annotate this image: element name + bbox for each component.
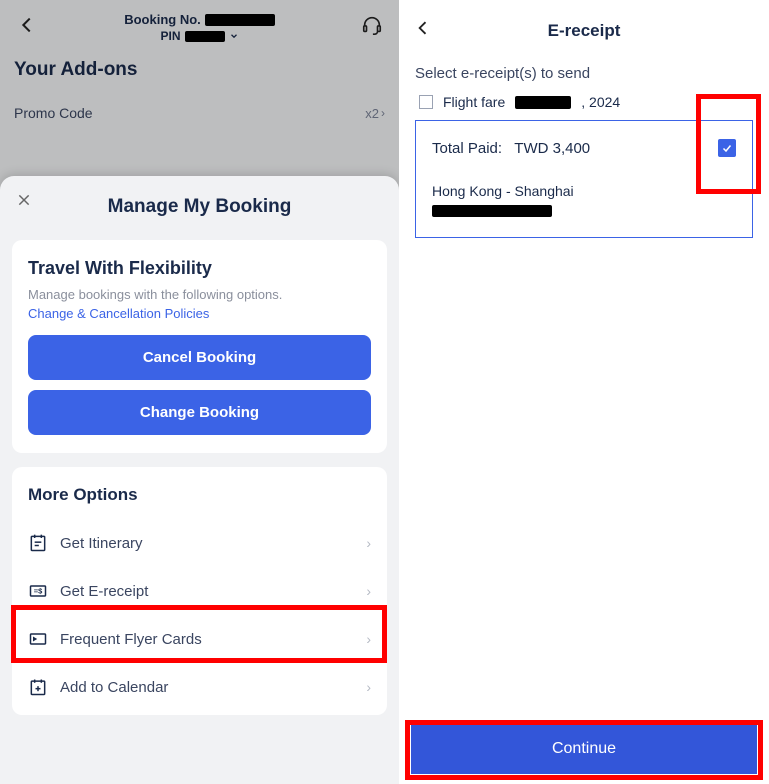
get-e-receipt-row[interactable]: =$ Get E-receipt ›	[28, 567, 371, 615]
itinerary-icon	[28, 533, 48, 553]
receipt-card: Total Paid: TWD 3,400 Hong Kong - Shangh…	[415, 120, 753, 238]
total-paid-label: Total Paid:	[432, 140, 502, 157]
promo-label: Promo Code	[14, 105, 93, 121]
cancel-booking-button[interactable]: Cancel Booking	[28, 335, 371, 380]
chevron-right-icon: ›	[381, 106, 385, 120]
manage-booking-sheet: Manage My Booking Travel With Flexibilit…	[0, 176, 399, 784]
select-subtitle: Select e-receipt(s) to send	[399, 57, 769, 94]
policies-link[interactable]: Change & Cancellation Policies	[28, 306, 371, 321]
frequent-flyer-row[interactable]: Frequent Flyer Cards ›	[28, 615, 371, 663]
right-header: E-receipt	[399, 0, 769, 57]
change-booking-button[interactable]: Change Booking	[28, 390, 371, 435]
booking-no-redacted	[205, 14, 275, 26]
total-paid-value: TWD 3,400	[514, 140, 590, 157]
addons-title: Your Add-ons	[14, 59, 385, 81]
right-screenshot: E-receipt Select e-receipt(s) to send Fl…	[399, 0, 769, 784]
back-icon[interactable]	[16, 14, 38, 42]
flight-fare-label: Flight fare	[443, 94, 505, 110]
chevron-right-icon: ›	[366, 679, 371, 695]
addons-section: Your Add-ons Promo Code x2 ›	[0, 51, 399, 137]
add-calendar-row[interactable]: Add to Calendar ›	[28, 663, 371, 711]
calendar-label: Add to Calendar	[60, 679, 168, 696]
flight-date-redacted	[515, 96, 571, 109]
get-itinerary-row[interactable]: Get Itinerary ›	[28, 519, 371, 567]
chevron-down-icon	[229, 31, 239, 41]
background-header: Booking No. PIN	[0, 0, 399, 51]
flexibility-card: Travel With Flexibility Manage bookings …	[12, 240, 387, 453]
itinerary-label: Get Itinerary	[60, 535, 143, 552]
chevron-right-icon: ›	[366, 535, 371, 551]
page-title: E-receipt	[413, 21, 755, 41]
ff-cards-label: Frequent Flyer Cards	[60, 631, 202, 648]
promo-row[interactable]: Promo Code x2 ›	[14, 81, 385, 137]
flight-fare-row[interactable]: Flight fare , 2024	[399, 94, 769, 120]
continue-button[interactable]: Continue	[411, 724, 757, 774]
promo-qty: x2	[365, 106, 379, 121]
continue-wrapper: Continue	[399, 724, 769, 784]
route-text: Hong Kong - Shanghai	[432, 183, 736, 199]
more-options-card: More Options Get Itinerary › =$ Get E-re…	[12, 467, 387, 715]
flight-number-redacted	[432, 205, 552, 217]
flight-fare-year: , 2024	[581, 94, 620, 110]
more-options-title: More Options	[28, 485, 371, 505]
sheet-title: Manage My Booking	[12, 196, 387, 218]
chevron-right-icon: ›	[366, 631, 371, 647]
pin-label: PIN	[160, 29, 180, 43]
svg-text:=$: =$	[34, 587, 43, 596]
left-screenshot: Booking No. PIN Your Add-ons Promo Code …	[0, 0, 399, 784]
flex-subtitle: Manage bookings with the following optio…	[28, 287, 371, 302]
total-paid-row: Total Paid: TWD 3,400	[432, 139, 736, 157]
card-icon	[28, 629, 48, 649]
checkbox-checked[interactable]	[718, 139, 736, 157]
booking-no-label: Booking No.	[124, 12, 201, 27]
chevron-right-icon: ›	[366, 583, 371, 599]
headset-icon[interactable]	[361, 14, 383, 41]
checkbox-empty[interactable]	[419, 95, 433, 109]
flex-title: Travel With Flexibility	[28, 258, 371, 279]
receipt-icon: =$	[28, 581, 48, 601]
pin-redacted	[185, 31, 225, 42]
e-receipt-label: Get E-receipt	[60, 583, 148, 600]
close-icon[interactable]	[16, 192, 32, 213]
calendar-icon	[28, 677, 48, 697]
booking-info: Booking No. PIN	[38, 12, 361, 43]
